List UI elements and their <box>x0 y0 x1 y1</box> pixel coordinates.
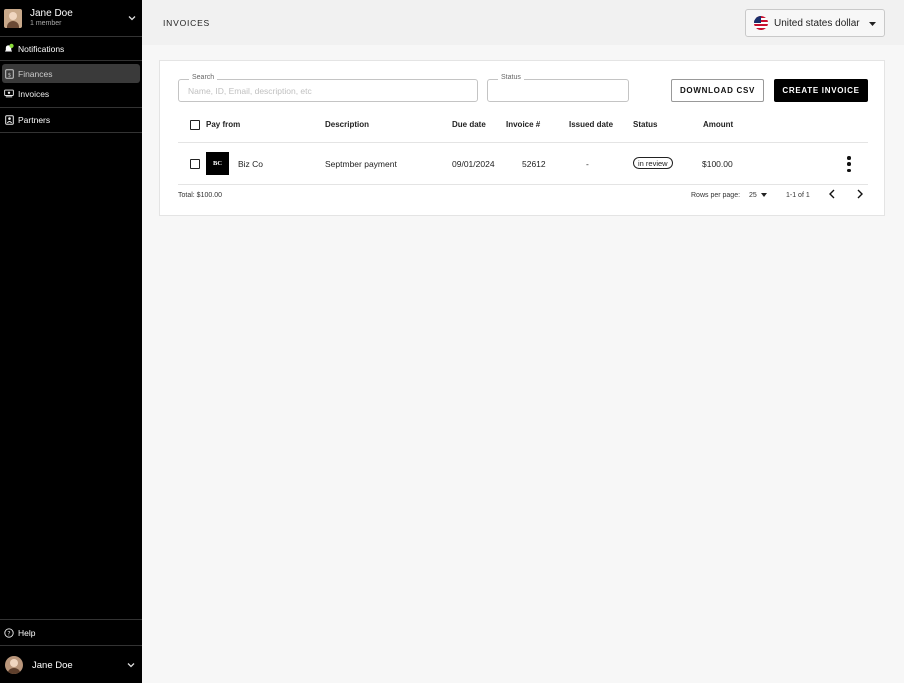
search-input[interactable] <box>179 80 477 101</box>
download-csv-button[interactable]: DOWNLOAD CSV <box>671 79 764 102</box>
currency-select[interactable]: United states dollar <box>745 9 885 37</box>
svg-text:$: $ <box>7 72 11 78</box>
status-label: Status <box>498 74 524 81</box>
chevron-down-icon[interactable] <box>125 660 137 670</box>
divider <box>178 184 868 185</box>
sidebar-item-label: Finances <box>18 68 53 79</box>
avatar <box>4 8 22 28</box>
caret-down-icon <box>869 19 876 28</box>
divider <box>178 142 868 143</box>
sidebar-item-notifications[interactable]: Notifications <box>0 37 142 61</box>
bell-icon <box>4 43 14 54</box>
search-label: Search <box>189 74 218 81</box>
invoices-card: Search Status DOWNLOAD CSV CREATE INVOIC… <box>159 60 885 216</box>
column-header-status[interactable]: Status <box>633 120 657 129</box>
finances-icon: $ <box>4 68 14 79</box>
cell-pay-from: Biz Co <box>238 159 264 169</box>
currency-label: United states dollar <box>774 17 860 29</box>
account-switcher[interactable]: Jane Doe 1 member <box>0 0 142 37</box>
next-page-icon[interactable] <box>856 188 864 202</box>
sidebar-item-label: Notifications <box>18 43 65 54</box>
previous-page-icon[interactable] <box>828 188 836 202</box>
help-icon: ? <box>4 627 14 638</box>
cell-issued-date: - <box>586 159 589 169</box>
rows-per-page-value: 25 <box>749 192 757 199</box>
sidebar-item-partners[interactable]: Partners <box>0 108 142 133</box>
column-header-description[interactable]: Description <box>325 120 369 129</box>
column-header-invoice-number[interactable]: Invoice # <box>506 120 540 129</box>
us-flag-icon <box>754 16 768 30</box>
account-name: Jane Doe <box>30 8 73 19</box>
sidebar-item-label: Help <box>18 627 36 638</box>
cell-due-date: 09/01/2024 <box>452 159 495 169</box>
account-members: 1 member <box>30 20 62 27</box>
total-amount: Total: $100.00 <box>178 192 222 199</box>
svg-text:?: ? <box>7 630 10 637</box>
column-header-amount[interactable]: Amount <box>703 120 733 129</box>
column-header-pay-from[interactable]: Pay from <box>206 120 240 129</box>
pagination-range: 1-1 of 1 <box>786 192 810 199</box>
partners-icon <box>4 115 14 125</box>
company-logo: BC <box>206 152 229 175</box>
more-options-icon[interactable] <box>846 156 852 172</box>
row-checkbox[interactable] <box>190 159 200 169</box>
rows-per-page-select[interactable]: 25 <box>749 192 767 199</box>
status-input[interactable] <box>488 80 628 101</box>
cell-description: Septmber payment <box>325 159 397 169</box>
status-field[interactable]: Status <box>487 74 629 102</box>
sidebar-item-finances[interactable]: $ Finances <box>2 64 140 83</box>
user-menu[interactable]: Jane Doe <box>0 647 142 683</box>
sidebar-item-invoices[interactable]: Invoices <box>2 84 140 103</box>
cell-invoice-number: 52612 <box>522 159 546 169</box>
sidebar-item-label: Invoices <box>18 88 50 99</box>
sidebar-item-label: Partners <box>18 115 51 125</box>
status-badge: in review <box>633 157 673 169</box>
chevron-down-icon[interactable] <box>126 13 138 23</box>
sidebar-nav: $ Finances Invoices <box>0 61 142 108</box>
rows-per-page-label: Rows per page: <box>691 192 741 199</box>
user-name: Jane Doe <box>32 659 73 671</box>
sidebar: Jane Doe 1 member Notifications $ Financ… <box>0 0 142 683</box>
avatar <box>5 656 23 674</box>
search-field[interactable]: Search <box>178 74 478 102</box>
topbar: INVOICES United states dollar <box>142 0 904 45</box>
create-invoice-button[interactable]: CREATE INVOICE <box>774 79 868 102</box>
select-all-checkbox[interactable] <box>190 120 200 130</box>
invoices-icon <box>4 89 14 99</box>
caret-down-icon <box>760 192 767 199</box>
column-header-due-date[interactable]: Due date <box>452 120 486 129</box>
page-title: INVOICES <box>163 17 211 28</box>
cell-amount: $100.00 <box>702 159 733 169</box>
column-header-issued-date[interactable]: Issued date <box>569 120 613 129</box>
sidebar-item-help[interactable]: ? Help <box>0 619 142 646</box>
